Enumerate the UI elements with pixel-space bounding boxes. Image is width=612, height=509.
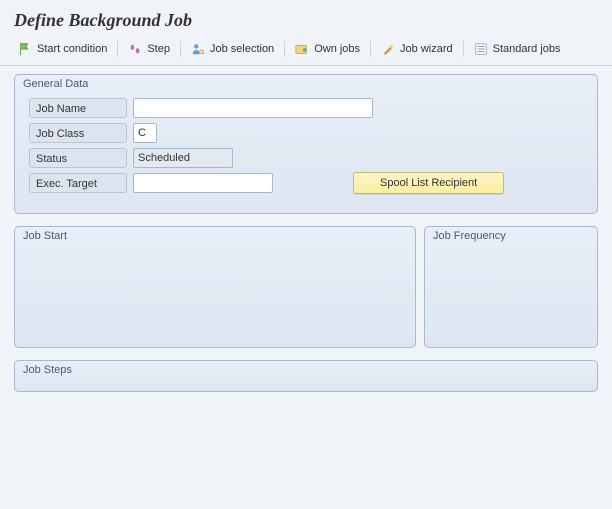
job-steps-title: Job Steps <box>23 364 72 376</box>
folder-person-icon <box>295 42 309 56</box>
job-wizard-button[interactable]: Job wizard <box>373 39 461 59</box>
footsteps-icon <box>128 42 142 56</box>
exec-target-label: Exec. Target <box>29 173 127 193</box>
separator <box>284 41 285 57</box>
step-label: Step <box>147 43 170 55</box>
own-jobs-label: Own jobs <box>314 43 360 55</box>
job-name-label: Job Name <box>29 98 127 118</box>
exec-target-input[interactable] <box>133 173 273 193</box>
general-data-group: General Data Job Name Job Class Status E… <box>14 74 598 214</box>
spool-list-recipient-button[interactable]: Spool List Recipient <box>353 172 504 194</box>
wizard-icon <box>381 42 395 56</box>
exec-target-row: Exec. Target Spool List Recipient <box>29 172 583 194</box>
job-frequency-title: Job Frequency <box>433 230 506 242</box>
step-button[interactable]: Step <box>120 39 178 59</box>
job-selection-label: Job selection <box>210 43 274 55</box>
job-class-row: Job Class <box>29 122 583 144</box>
own-jobs-button[interactable]: Own jobs <box>287 39 368 59</box>
job-name-input[interactable] <box>133 98 373 118</box>
page-title: Define Background Job <box>0 0 612 37</box>
job-class-input[interactable] <box>133 123 157 143</box>
job-selection-button[interactable]: Job selection <box>183 39 282 59</box>
start-condition-label: Start condition <box>37 43 107 55</box>
standard-jobs-label: Standard jobs <box>493 43 561 55</box>
start-condition-button[interactable]: Start condition <box>10 39 115 59</box>
separator <box>463 41 464 57</box>
job-name-row: Job Name <box>29 97 583 119</box>
separator <box>180 41 181 57</box>
standard-jobs-button[interactable]: Standard jobs <box>466 39 569 59</box>
list-icon <box>474 42 488 56</box>
separator <box>370 41 371 57</box>
job-start-group: Job Start <box>14 226 416 348</box>
status-row: Status <box>29 147 583 169</box>
job-wizard-label: Job wizard <box>400 43 453 55</box>
general-data-title: General Data <box>23 78 88 90</box>
application-toolbar: Start condition Step Job selection Own j… <box>0 37 612 66</box>
separator <box>117 41 118 57</box>
flag-icon <box>18 42 32 56</box>
status-label: Status <box>29 148 127 168</box>
job-class-label: Job Class <box>29 123 127 143</box>
job-frequency-group: Job Frequency <box>424 226 598 348</box>
job-steps-group: Job Steps <box>14 360 598 392</box>
person-search-icon <box>191 42 205 56</box>
job-start-title: Job Start <box>23 230 67 242</box>
status-value <box>133 148 233 168</box>
content-area: General Data Job Name Job Class Status E… <box>0 66 612 412</box>
